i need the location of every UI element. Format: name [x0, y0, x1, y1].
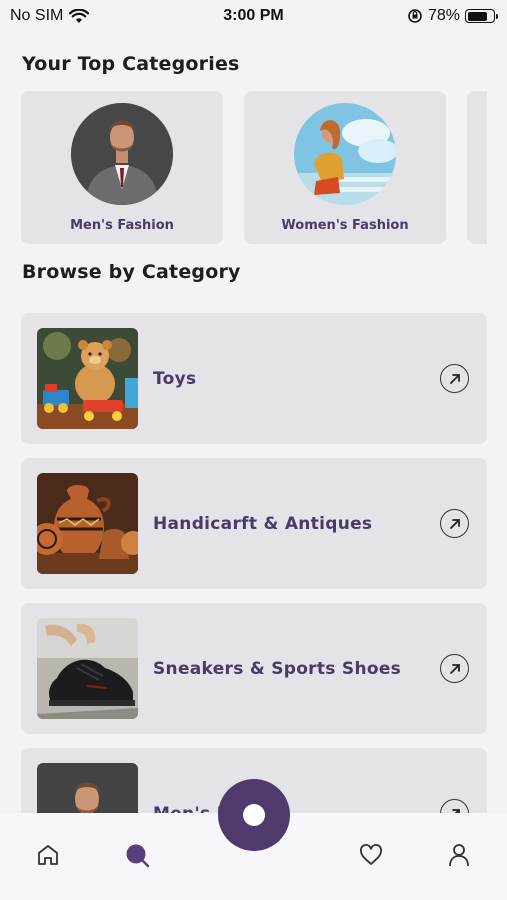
arrow-up-right-icon[interactable] [440, 364, 469, 393]
browse-title: Browse by Category [22, 261, 241, 283]
wifi-icon [69, 8, 90, 23]
arrow-up-right-icon[interactable] [440, 509, 469, 538]
browse-card-handicraft[interactable]: Handicarft & Antiques [21, 458, 487, 589]
women-fashion-photo [294, 103, 396, 205]
top-category-card-partial[interactable] [467, 91, 487, 244]
top-category-card-mens-fashion[interactable]: Men's Fashion [21, 91, 223, 244]
status-right: 78% [407, 7, 498, 25]
orientation-lock-icon [408, 9, 422, 23]
center-action-button[interactable] [218, 779, 290, 851]
browse-card-sneakers[interactable]: Sneakers & Sports Shoes [21, 603, 487, 734]
center-dot-icon [243, 804, 265, 826]
top-category-label: Men's Fashion [70, 218, 174, 233]
sneaker-photo [37, 618, 138, 719]
carrier-label: No SIM [10, 7, 64, 24]
top-category-card-womens-fashion[interactable]: Women's Fashion [244, 91, 446, 244]
battery-percent: 78% [427, 7, 460, 24]
pottery-photo [37, 473, 138, 574]
browse-label: Sneakers & Sports Shoes [153, 658, 402, 679]
battery-icon [465, 9, 498, 23]
status-left: No SIM [10, 7, 90, 25]
search-icon[interactable] [122, 840, 152, 870]
top-category-label: Women's Fashion [281, 218, 409, 233]
profile-icon[interactable] [444, 840, 474, 870]
home-icon[interactable] [33, 840, 63, 870]
men-fashion-photo [71, 103, 173, 205]
status-bar: No SIM 3:00 PM 78% [0, 0, 507, 32]
top-categories-title: Your Top Categories [22, 53, 240, 75]
browse-label: Toys [153, 368, 197, 389]
teddy-bear-photo [37, 328, 138, 429]
heart-icon[interactable] [356, 840, 386, 870]
arrow-up-right-icon[interactable] [440, 654, 469, 683]
browse-card-toys[interactable]: Toys [21, 313, 487, 444]
browse-label: Handicarft & Antiques [153, 513, 373, 534]
top-categories-carousel[interactable]: Men's Fashion Women's Fashion [21, 91, 487, 244]
